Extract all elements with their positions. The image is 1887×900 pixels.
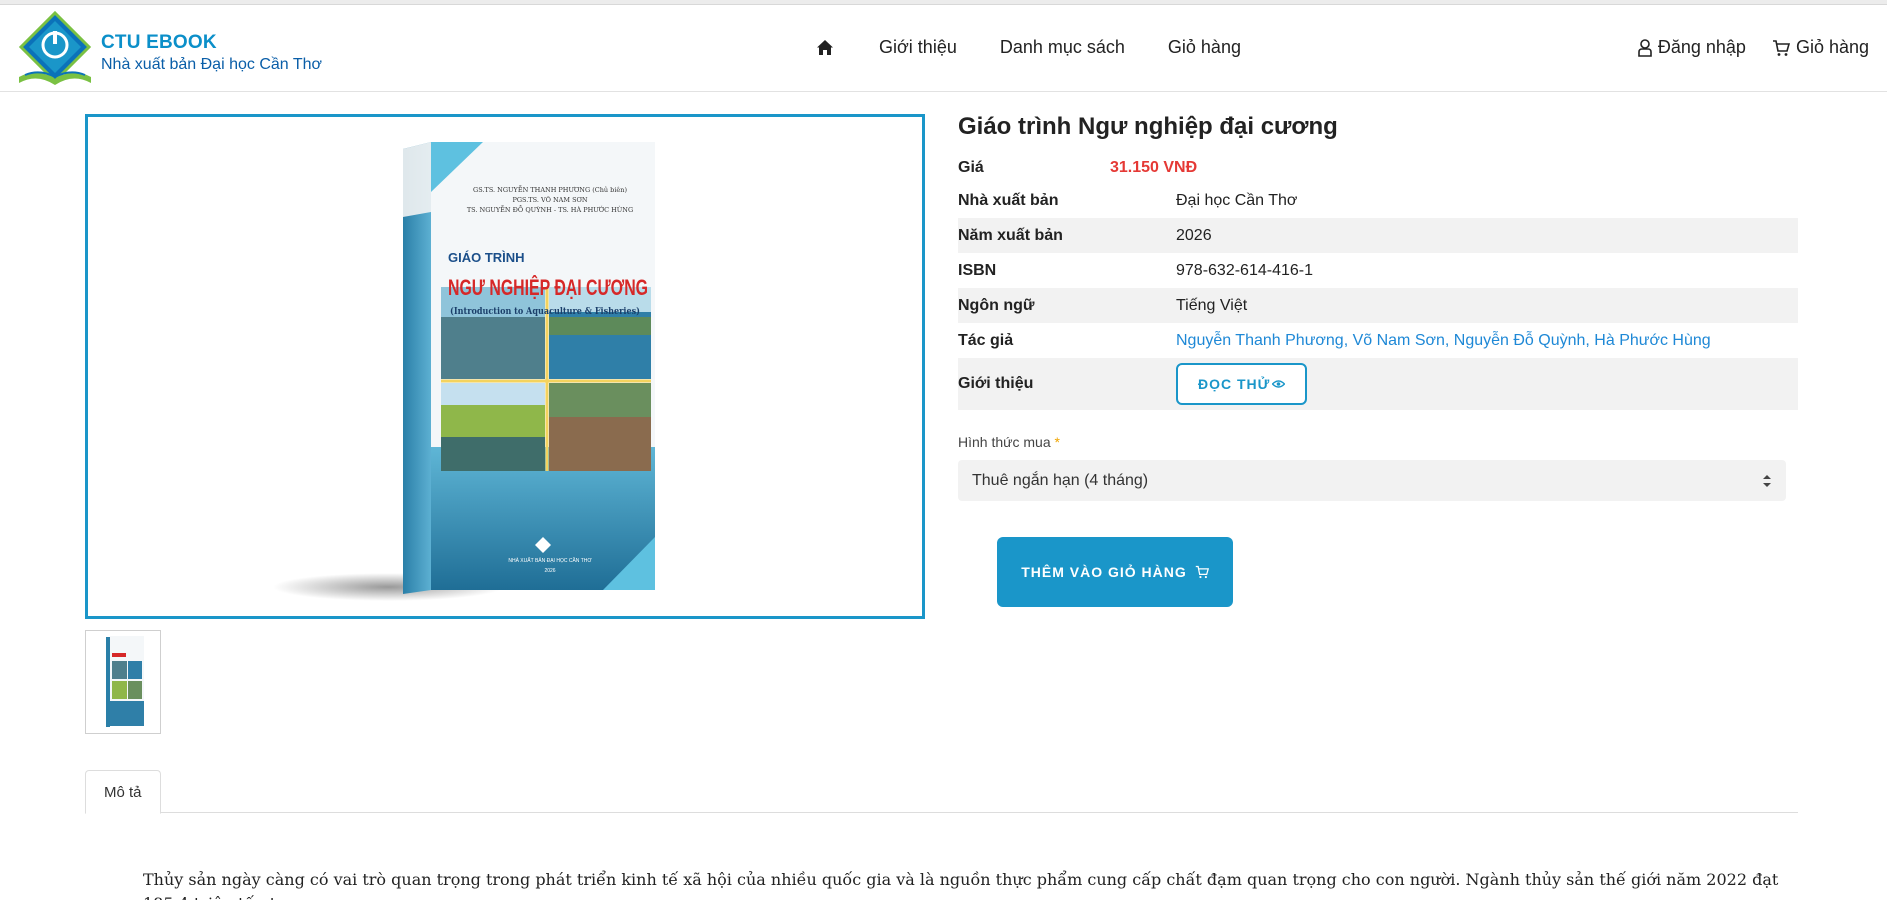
spec-value: 2026	[1176, 226, 1212, 244]
cart-label: Giỏ hàng	[1795, 37, 1869, 57]
purchase-type-value: Thuê ngắn hạn (4 tháng)	[972, 471, 1149, 489]
spec-key: Năm xuất bản	[958, 226, 1063, 244]
login-link[interactable]: Đăng nhập	[1638, 37, 1746, 58]
cover-kicker: GIÁO TRÌNH	[448, 250, 525, 265]
spec-value: 978-632-614-416-1	[1176, 261, 1313, 279]
product-description: Thủy sản ngày càng có vai trò quan trọng…	[143, 870, 1779, 900]
cover-title: NGƯ NGHIỆP ĐẠI CƯƠNG	[448, 275, 648, 300]
main-nav: Giới thiệu Danh mục sách Giỏ hàng	[816, 37, 1284, 58]
cover-year: 2026	[544, 568, 555, 574]
home-icon[interactable]	[816, 39, 834, 57]
site-header: CTU EBOOK Nhà xuất bản Đại học Cần Thơ G…	[0, 5, 1887, 92]
ctu-ebook-logo[interactable]	[15, 11, 95, 91]
spec-row-publisher: Nhà xuất bản Đại học Cần Thơ	[958, 183, 1798, 218]
authors-link[interactable]: Nguyễn Thanh Phương, Võ Nam Sơn, Nguyễn …	[1176, 332, 1711, 350]
nav-danh-muc-sach[interactable]: Danh mục sách	[1000, 37, 1125, 58]
select-arrows-icon	[1763, 474, 1771, 487]
cover-authors-1: GS.TS. NGUYỄN THANH PHƯƠNG (Chủ biên)	[473, 184, 627, 194]
spec-key: Giới thiệu	[958, 375, 1034, 392]
login-label: Đăng nhập	[1657, 37, 1746, 57]
purchase-type-select[interactable]: Thuê ngắn hạn (4 tháng)	[958, 460, 1786, 501]
price-value: 31.150 VNĐ	[1110, 159, 1198, 176]
spec-key: Tác giả	[958, 331, 1014, 349]
cover-authors-3: TS. NGUYỄN ĐỖ QUỲNH - TS. HÀ PHƯỚC HÙNG	[467, 204, 633, 214]
user-icon	[1638, 38, 1652, 57]
nav-gioi-thieu[interactable]: Giới thiệu	[879, 37, 957, 58]
cover-authors-2: PGS.TS. VÕ NAM SƠN	[512, 195, 587, 204]
product-thumbnail[interactable]	[85, 630, 161, 734]
cover-publisher: NHÀ XUẤT BẢN ĐẠI HỌC CẦN THƠ	[508, 557, 592, 564]
add-to-cart-label: THÊM VÀO GIỎ HÀNG	[1021, 564, 1187, 580]
nav-gio-hang[interactable]: Giỏ hàng	[1168, 37, 1241, 58]
required-mark: *	[1054, 434, 1060, 450]
spec-value: Đại học Cần Thơ	[1176, 191, 1298, 209]
spec-row-intro: Giới thiệu ĐỌC THỬ	[958, 358, 1798, 410]
spec-row-authors: Tác giả Nguyễn Thanh Phương, Võ Nam Sơn,…	[958, 323, 1798, 358]
add-to-cart-button[interactable]: THÊM VÀO GIỎ HÀNG	[997, 537, 1233, 607]
eye-icon	[1272, 380, 1286, 388]
cart-icon	[1772, 39, 1790, 56]
price-row: Giá 31.150 VNĐ	[958, 153, 1798, 183]
cart-link[interactable]: Giỏ hàng	[1772, 37, 1869, 58]
purchase-type-text: Hình thức mua	[958, 434, 1051, 450]
account-links: Đăng nhập Giỏ hàng	[1612, 37, 1869, 58]
spec-row-language: Ngôn ngữ Tiếng Việt	[958, 288, 1798, 323]
product-title: Giáo trình Ngư nghiệp đại cương	[958, 113, 1338, 140]
read-preview-label: ĐỌC THỬ	[1198, 376, 1271, 392]
purchase-type-label: Hình thức mua *	[958, 434, 1798, 450]
spec-row-isbn: ISBN 978-632-614-416-1	[958, 253, 1798, 288]
brand-title: CTU EBOOK	[101, 32, 217, 53]
cart-icon	[1195, 565, 1209, 579]
book-thumbnail-image	[106, 636, 144, 727]
spec-key: ISBN	[958, 261, 997, 279]
product-main-image[interactable]: GS.TS. NGUYỄN THANH PHƯƠNG (Chủ biên) PG…	[85, 114, 925, 619]
price-label: Giá	[958, 159, 984, 176]
read-preview-button[interactable]: ĐỌC THỬ	[1176, 363, 1308, 405]
brand-subtitle: Nhà xuất bản Đại học Cần Thơ	[101, 56, 322, 73]
book-cover-image: GS.TS. NGUYỄN THANH PHƯƠNG (Chủ biên) PG…	[273, 142, 655, 601]
cover-subtitle: (Introduction to Aquaculture & Fisheries…	[450, 306, 640, 317]
product-details: Giáo trình Ngư nghiệp đại cương Giá 31.1…	[958, 113, 1798, 607]
product-tabs: Mô tả	[85, 770, 1798, 814]
spec-key: Ngôn ngữ	[958, 296, 1035, 314]
spec-value: Tiếng Việt	[1176, 296, 1248, 314]
brand[interactable]: CTU EBOOK Nhà xuất bản Đại học Cần Thơ	[101, 32, 322, 74]
spec-row-year: Năm xuất bản 2026	[958, 218, 1798, 253]
spec-key: Nhà xuất bản	[958, 191, 1059, 209]
tab-mo-ta[interactable]: Mô tả	[85, 770, 161, 814]
